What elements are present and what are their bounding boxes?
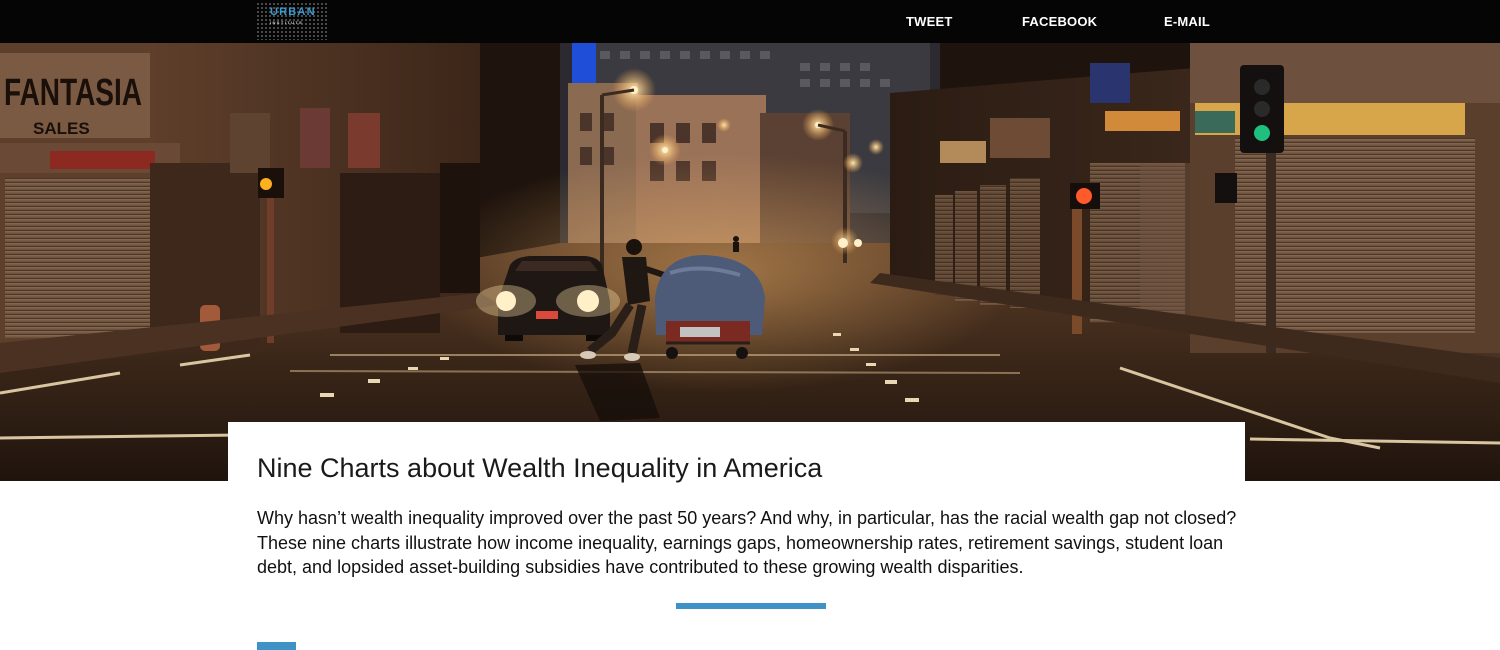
sales-sign-text: SALES — [33, 119, 90, 138]
title-card: Nine Charts about Wealth Inequality in A… — [228, 422, 1245, 492]
tweet-link[interactable]: TWEET — [906, 14, 953, 30]
accent-divider — [676, 603, 826, 609]
urban-institute-logo[interactable]: URBAN INSTITUTE — [256, 2, 328, 40]
facebook-link[interactable]: FACEBOOK — [1022, 14, 1097, 30]
covered-cart — [655, 255, 765, 359]
email-link[interactable]: E-MAIL — [1164, 14, 1210, 30]
hero-image: FANTASIA SALES — [0, 43, 1500, 481]
top-navigation-bar: URBAN INSTITUTE TWEET FACEBOOK E-MAIL — [0, 0, 1500, 43]
fantasia-sign-text: FANTASIA — [4, 72, 142, 114]
page: URBAN INSTITUTE TWEET FACEBOOK E-MAIL FA… — [0, 0, 1500, 650]
intro-paragraph: Why hasn’t wealth inequality improved ov… — [257, 508, 1237, 577]
section-marker — [257, 642, 296, 650]
logo-name: URBAN — [270, 6, 316, 18]
logo-subtitle: INSTITUTE — [270, 20, 304, 25]
page-title: Nine Charts about Wealth Inequality in A… — [257, 453, 823, 483]
